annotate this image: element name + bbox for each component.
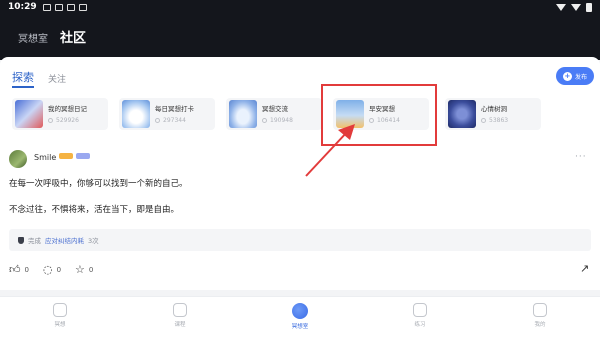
topic-thumbnail — [229, 100, 257, 128]
post-text-line-2: 不念过往，不惧将来，活在当下，即是自由。 — [9, 205, 180, 215]
post-username[interactable]: Smile — [34, 153, 56, 162]
nav-label: 我的 — [534, 322, 546, 328]
topic-thumbnail — [448, 100, 476, 128]
wifi-icon — [556, 3, 566, 11]
topic-card-treehole[interactable]: 心情树洞 53863 — [445, 98, 541, 130]
topic-count: 190948 — [262, 117, 293, 124]
image-notification-icon — [54, 3, 63, 11]
tab-community[interactable]: 社区 — [60, 27, 86, 46]
vip-badge — [59, 153, 73, 159]
topic-count: 529926 — [48, 117, 79, 124]
topic-name: 每日冥想打卡 — [155, 105, 194, 113]
comment-button[interactable]: ◌ 0 — [43, 263, 61, 276]
star-icon: ☆ — [75, 263, 85, 276]
topic-thumbnail — [15, 100, 43, 128]
viewers-icon — [262, 118, 267, 123]
bottom-tab-bar: 冥想 课程 冥想室 练习 我的 — [0, 296, 600, 337]
topic-card-exchange[interactable]: 冥想交流 190948 — [226, 98, 322, 130]
nav-courses[interactable]: 课程 — [150, 303, 210, 328]
subtab-follow[interactable]: 关注 — [48, 72, 66, 88]
app-notification-icon — [78, 3, 87, 11]
community-content: 探索 关注 + 发布 我的冥想日记 529926 每日冥想打卡 297344 冥… — [0, 57, 600, 296]
level-badge — [76, 153, 90, 159]
course-link[interactable]: 应对纠结内耗 — [45, 235, 84, 245]
note-icon — [413, 303, 427, 317]
topic-card-diary[interactable]: 我的冥想日记 529926 — [12, 98, 108, 130]
planet-icon — [292, 303, 308, 319]
battery-icon — [586, 2, 592, 12]
nav-practice[interactable]: 练习 — [390, 303, 450, 328]
nav-meditation-room[interactable]: 冥想室 — [270, 303, 330, 330]
nav-profile[interactable]: 我的 — [510, 303, 570, 328]
profile-icon — [533, 303, 547, 317]
publish-button[interactable]: + 发布 — [556, 67, 594, 85]
nav-meditation[interactable]: 冥想 — [30, 303, 90, 328]
completed-prefix: 完成 — [28, 237, 41, 245]
plus-icon: + — [562, 71, 572, 81]
topic-card-checkin[interactable]: 每日冥想打卡 297344 — [119, 98, 215, 130]
topic-name: 心情树洞 — [481, 105, 507, 113]
chat-notification-icon — [66, 3, 75, 11]
like-count: 0 — [24, 265, 29, 274]
viewers-icon — [481, 118, 486, 123]
publish-label: 发布 — [574, 73, 587, 81]
completed-suffix: 3次 — [88, 237, 99, 245]
status-bar: 10:29 — [0, 0, 600, 14]
nav-label: 课程 — [174, 322, 186, 328]
viewers-icon — [155, 118, 160, 123]
nav-label: 冥想 — [54, 322, 66, 328]
more-options-icon[interactable]: ··· — [575, 152, 587, 162]
favorite-count: 0 — [88, 265, 94, 274]
avatar[interactable] — [9, 150, 27, 168]
top-header: 冥想室 社区 — [0, 14, 600, 60]
highlight-box — [321, 84, 437, 146]
completed-course-banner[interactable]: 完成 应对纠结内耗 3次 — [9, 229, 591, 251]
topic-thumbnail — [122, 100, 150, 128]
topic-count: 53863 — [481, 117, 508, 124]
graduation-cap-icon — [173, 303, 187, 317]
notification-icon — [42, 3, 51, 11]
viewers-icon — [48, 118, 53, 123]
system-icons — [556, 2, 592, 12]
shield-icon — [18, 236, 24, 244]
share-icon[interactable]: ↗ — [580, 262, 589, 275]
signal-icon — [571, 3, 581, 11]
topic-count: 297344 — [155, 117, 186, 124]
favorite-button[interactable]: ☆ 0 — [75, 263, 93, 276]
comment-count: 0 — [56, 265, 62, 274]
subtab-explore[interactable]: 探索 — [12, 69, 34, 88]
nav-label: 冥想室 — [291, 324, 309, 330]
topic-name: 我的冥想日记 — [48, 105, 87, 113]
post-actions: 👍︎ 0 ◌ 0 ☆ 0 — [9, 263, 107, 276]
notification-icons — [42, 3, 87, 11]
topic-name: 冥想交流 — [262, 105, 288, 113]
post-text-line-1: 在每一次呼吸中，你够可以找到一个新的自己。 — [9, 179, 188, 189]
tab-meditation-room[interactable]: 冥想室 — [18, 30, 48, 45]
community-subtabs: 探索 关注 — [12, 69, 66, 88]
rocket-icon — [53, 303, 67, 317]
thumbs-up-icon: 👍︎ — [9, 263, 21, 276]
like-button[interactable]: 👍︎ 0 — [9, 263, 29, 276]
status-time: 10:29 — [8, 2, 37, 12]
comment-icon: ◌ — [42, 263, 53, 276]
nav-label: 练习 — [414, 322, 426, 328]
